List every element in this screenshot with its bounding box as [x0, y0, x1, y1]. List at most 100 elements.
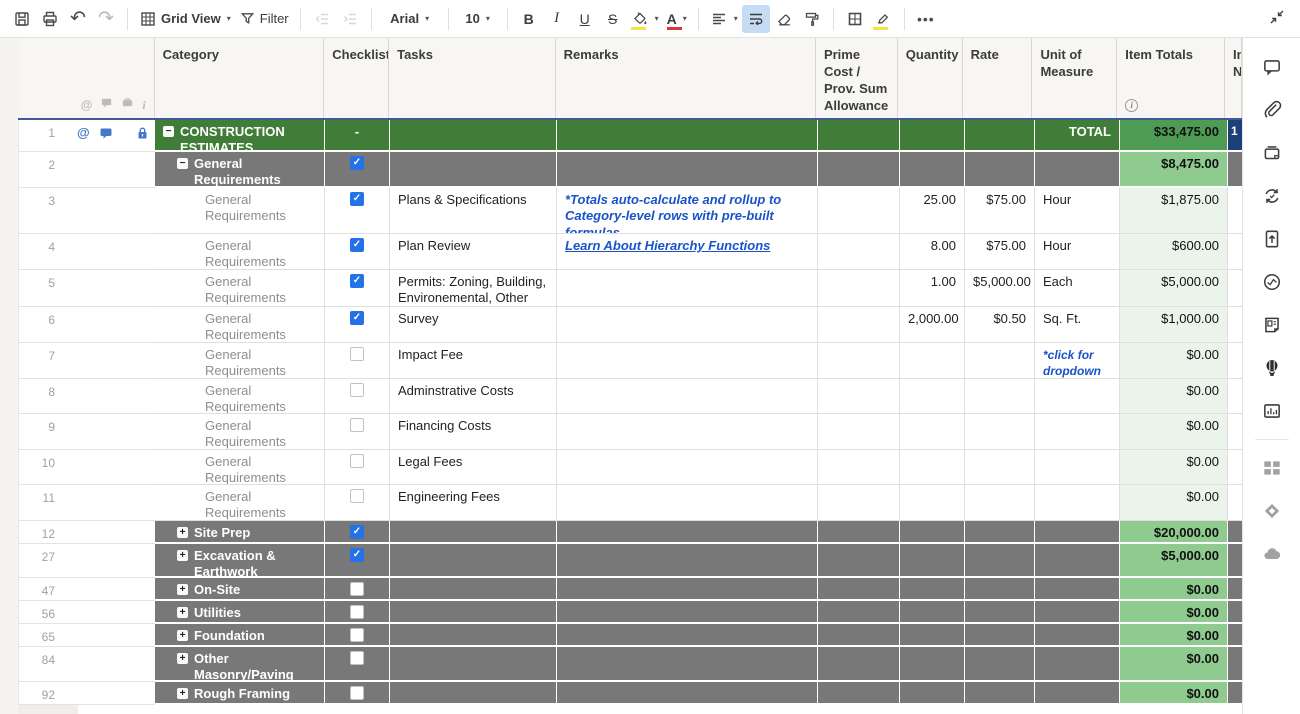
quantity-cell[interactable] [900, 379, 965, 414]
rate-cell[interactable] [965, 485, 1035, 521]
row-number[interactable]: 7 [18, 343, 65, 379]
checklist-checkbox[interactable]: ✓ [350, 274, 364, 288]
expand-toggle[interactable]: + [177, 688, 188, 699]
rate-cell[interactable] [965, 682, 1035, 705]
category-cell[interactable]: +Foundation [155, 624, 325, 647]
invoice-number-cell[interactable] [1228, 624, 1242, 647]
more-cloud-button[interactable] [1255, 537, 1289, 571]
collapse-toggle[interactable]: − [177, 158, 188, 169]
rate-cell[interactable] [965, 152, 1035, 188]
checklist-cell[interactable] [325, 485, 390, 521]
unit-of-measure-cell[interactable] [1035, 682, 1120, 705]
checklist-checkbox[interactable]: ✓ [350, 156, 364, 170]
item-total-cell[interactable]: $1,000.00 [1120, 307, 1228, 343]
task-cell[interactable] [390, 647, 557, 682]
quantity-cell[interactable]: 1.00 [900, 270, 965, 307]
statistics-button[interactable] [1255, 394, 1289, 428]
clear-format-button[interactable] [770, 5, 798, 33]
column-header-checklist[interactable]: Checklist [324, 38, 389, 118]
checklist-checkbox[interactable]: ✓ [350, 238, 364, 252]
proofs-button[interactable] [1255, 136, 1289, 170]
remarks-cell[interactable] [557, 521, 818, 544]
row-number[interactable]: 1 [18, 120, 65, 152]
checklist-checkbox[interactable] [350, 651, 364, 665]
quantity-cell[interactable]: 25.00 [900, 188, 965, 234]
item-total-cell[interactable]: $0.00 [1120, 578, 1228, 601]
unit-of-measure-cell[interactable]: Sq. Ft. [1035, 307, 1120, 343]
column-header-prime-cost-prov-sum-allowance[interactable]: Prime Cost / Prov. Sum Allowance [816, 38, 898, 118]
apps-button[interactable] [1255, 451, 1289, 485]
expand-toggle[interactable]: + [177, 550, 188, 561]
remarks-cell[interactable]: *Totals auto-calculate and rollup to Cat… [557, 188, 818, 234]
quantity-cell[interactable]: 8.00 [900, 234, 965, 270]
checklist-checkbox[interactable] [350, 347, 364, 361]
font-color-button[interactable]: A ▾ [663, 5, 691, 33]
remarks-cell[interactable] [557, 379, 818, 414]
checklist-checkbox[interactable] [350, 383, 364, 397]
rate-cell[interactable] [965, 544, 1035, 578]
summary-button[interactable] [1255, 308, 1289, 342]
category-cell[interactable]: General Requirements [155, 188, 325, 234]
checklist-checkbox[interactable]: ✓ [350, 311, 364, 325]
remarks-cell[interactable] [557, 578, 818, 601]
invoice-number-cell[interactable] [1228, 450, 1242, 485]
undo-button[interactable]: ↶ [64, 5, 92, 33]
checklist-cell[interactable]: ✓ [325, 307, 390, 343]
checklist-cell[interactable]: ✓ [325, 152, 390, 188]
prime-cost-cell[interactable] [818, 270, 900, 307]
checklist-checkbox[interactable] [350, 489, 364, 503]
rate-cell[interactable] [965, 414, 1035, 450]
item-total-cell[interactable]: $5,000.00 [1120, 544, 1228, 578]
rate-cell[interactable] [965, 343, 1035, 379]
item-total-cell[interactable]: $0.00 [1120, 379, 1228, 414]
column-header-quantity[interactable]: Quantity [898, 38, 963, 118]
quantity-cell[interactable] [900, 120, 965, 152]
row-number[interactable]: 8 [18, 379, 65, 414]
task-cell[interactable]: Survey [390, 307, 557, 343]
item-total-cell[interactable]: $20,000.00 [1120, 521, 1228, 544]
task-cell[interactable] [390, 624, 557, 647]
task-cell[interactable] [390, 152, 557, 188]
category-cell[interactable]: +Other Masonry/Paving [155, 647, 325, 682]
info-icon[interactable]: i [1125, 99, 1138, 112]
expand-toggle[interactable]: + [177, 630, 188, 641]
category-cell[interactable]: +Site Prep [155, 521, 325, 544]
prime-cost-cell[interactable] [818, 450, 900, 485]
task-cell[interactable] [390, 521, 557, 544]
checklist-checkbox[interactable] [350, 628, 364, 642]
strikethrough-button[interactable]: S [599, 5, 627, 33]
task-cell[interactable]: Legal Fees [390, 450, 557, 485]
rate-cell[interactable] [965, 120, 1035, 152]
prime-cost-cell[interactable] [818, 307, 900, 343]
unit-of-measure-cell[interactable] [1035, 647, 1120, 682]
invoice-number-cell[interactable] [1228, 578, 1242, 601]
checklist-cell[interactable] [325, 578, 390, 601]
checklist-cell[interactable]: ✓ [325, 544, 390, 578]
category-cell[interactable]: General Requirements [155, 234, 325, 270]
checklist-cell[interactable] [325, 414, 390, 450]
task-cell[interactable]: Permits: Zoning, Building, Environementa… [390, 270, 557, 307]
row-number[interactable]: 3 [18, 188, 65, 234]
quantity-cell[interactable] [900, 152, 965, 188]
view-selector[interactable]: Grid View ▾ [135, 5, 235, 33]
prime-cost-cell[interactable] [818, 485, 900, 521]
update-requests-button[interactable] [1255, 179, 1289, 213]
lock-icon[interactable] [136, 126, 149, 145]
category-cell[interactable]: General Requirements [155, 270, 325, 307]
unit-of-measure-cell[interactable] [1035, 601, 1120, 624]
quantity-cell[interactable] [900, 544, 965, 578]
quantity-cell[interactable] [900, 414, 965, 450]
task-cell[interactable]: Adminstrative Costs [390, 379, 557, 414]
invoice-number-cell[interactable] [1228, 601, 1242, 624]
prime-cost-cell[interactable] [818, 682, 900, 705]
remarks-cell[interactable] [557, 624, 818, 647]
row-number[interactable]: 6 [18, 307, 65, 343]
checklist-cell[interactable]: ✓ [325, 188, 390, 234]
remarks-cell[interactable] [557, 450, 818, 485]
quantity-cell[interactable] [900, 647, 965, 682]
category-cell[interactable]: General Requirements [155, 343, 325, 379]
column-header-category[interactable]: Category [155, 38, 325, 118]
quantity-cell[interactable] [900, 578, 965, 601]
more-options-button[interactable]: ••• [912, 5, 940, 33]
premium-button[interactable] [1255, 494, 1289, 528]
